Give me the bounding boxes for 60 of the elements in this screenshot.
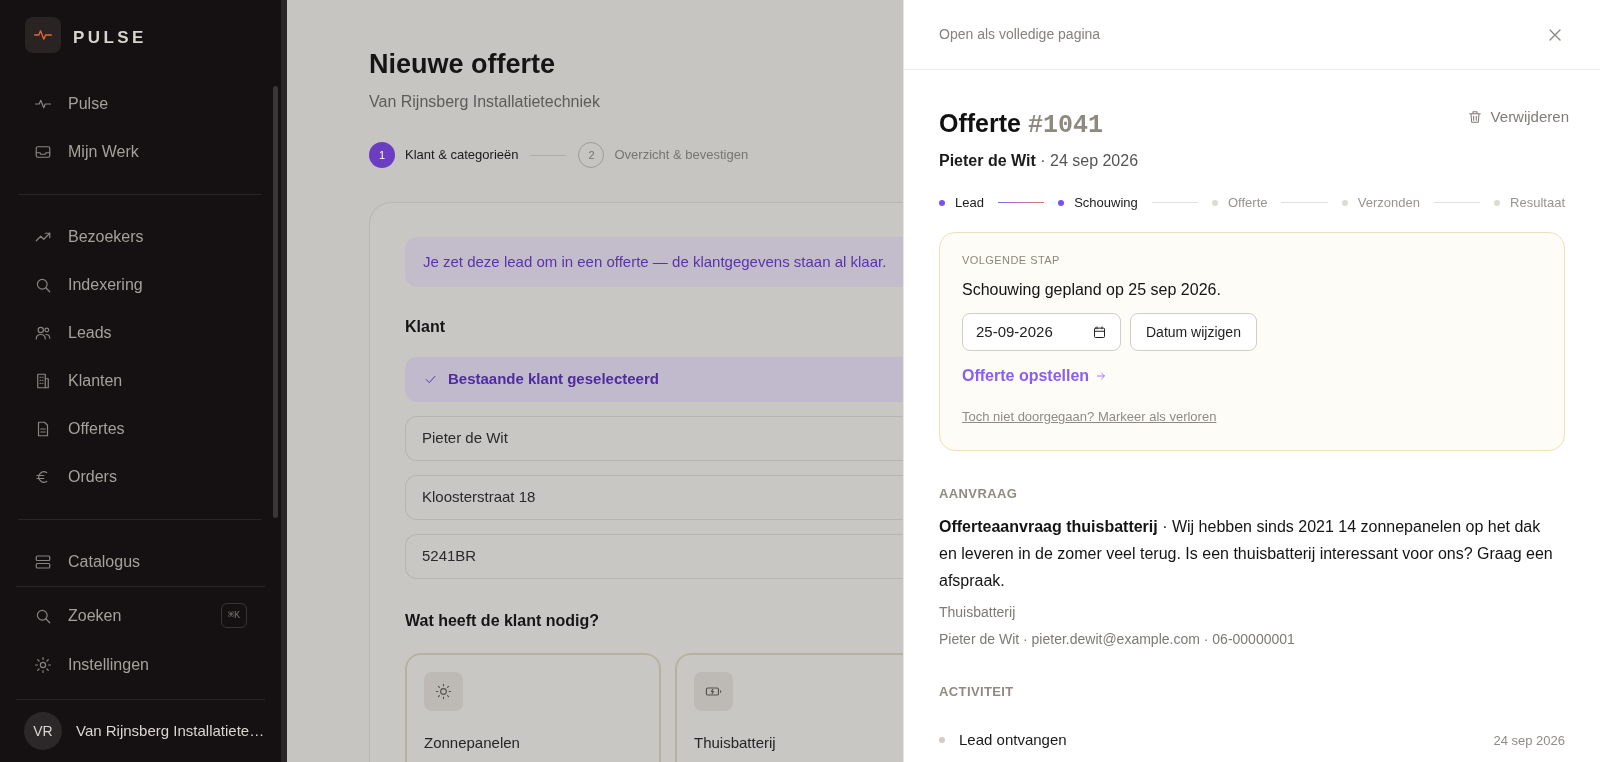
trash-icon bbox=[1466, 109, 1483, 126]
section-heading: AANVRAAG bbox=[939, 485, 1019, 503]
date-field[interactable]: 25-09-2026 bbox=[962, 313, 1121, 351]
create-quote-link[interactable]: Offerte opstellen bbox=[962, 364, 1108, 388]
step-label: Overzicht & bevestigen bbox=[614, 146, 749, 165]
arrow-icon bbox=[1095, 370, 1108, 382]
page-title: Nieuwe offerte bbox=[369, 48, 557, 81]
info-banner: Je zet deze lead om in een offerte — de klantgegevens staan al klaar. bbox=[405, 237, 903, 287]
banner-text: Bestaande klant geselecteerd bbox=[448, 369, 659, 390]
text-field[interactable]: Kloosterstraat 18 bbox=[405, 475, 903, 520]
section-heading: ACTIVITEIT bbox=[939, 682, 1015, 701]
sidebar-item[interactable]: Bezoekers bbox=[18, 213, 261, 261]
page-subtitle: Van Rijnsberg Installatietechniek bbox=[369, 92, 601, 112]
sidebar-item[interactable]: Orders bbox=[18, 453, 261, 501]
category-card[interactable]: Zonnepanelen bbox=[405, 653, 661, 762]
user-name: Van Rijnsberg Installatiete… bbox=[76, 720, 265, 741]
calendar-icon bbox=[1092, 324, 1107, 340]
text-field[interactable]: Pieter de Wit bbox=[405, 416, 903, 461]
stage-label: Lead bbox=[955, 194, 984, 212]
building-icon bbox=[34, 372, 52, 390]
sidebar-item[interactable]: Instellingen bbox=[16, 640, 265, 689]
stage-label: Resultaat bbox=[1510, 194, 1565, 212]
sidebar-item[interactable]: Mijn Werk bbox=[18, 128, 261, 176]
sidebar-item[interactable]: Klanten bbox=[18, 357, 261, 405]
settings-icon bbox=[34, 655, 52, 674]
stage-label: Verzonden bbox=[1357, 194, 1420, 212]
stage-label: Offerte bbox=[1227, 194, 1268, 212]
user-avatar: VR bbox=[24, 712, 62, 750]
step-number: 1 bbox=[369, 142, 395, 168]
delete-button[interactable]: Verwijderen bbox=[1466, 106, 1569, 129]
inbox-icon bbox=[34, 143, 52, 161]
sidebar-item[interactable]: Zoeken ⌘K bbox=[16, 591, 265, 640]
drawer-subtitle: Pieter de Wit · 24 sep 2026 bbox=[939, 151, 1140, 171]
shortcut-hint: ⌘K bbox=[220, 603, 247, 628]
stage-label: Schouwing bbox=[1074, 194, 1138, 212]
sidebar-item[interactable]: Indexering bbox=[18, 261, 261, 309]
card-label: VOLGENDE STAP bbox=[962, 252, 1061, 268]
open-full-page-link[interactable]: Open als volledige pagina bbox=[939, 24, 1101, 45]
users-icon bbox=[34, 324, 52, 342]
sun-icon bbox=[435, 683, 452, 700]
scrollbar[interactable] bbox=[273, 86, 278, 518]
sidebar-item[interactable]: Pulse bbox=[18, 80, 261, 128]
activity-date: 24 sep 2026 bbox=[1493, 731, 1565, 750]
request-text: Offerteaanvraag thuisbatterij · Wij hebben sinds 2021 14 zonnepanelen op het dak en leveren in de zomer veel terug. Is een thuisbatterij interessant voor ons? Graag een afspraak. bbox=[939, 516, 1554, 591]
activity-text: Lead ontvangen bbox=[959, 730, 1067, 750]
contact-details: Pieter de Wit · pieter.dewit@example.com · 06-00000001 bbox=[939, 629, 1296, 649]
sidebar-item[interactable]: Offertes bbox=[18, 405, 261, 453]
text-field[interactable]: 5241BR bbox=[405, 534, 903, 579]
section-heading: Wat heeft de klant nodig? bbox=[405, 611, 601, 631]
change-date-button[interactable]: Datum wijzigen bbox=[1130, 313, 1257, 351]
brand-name: PULSE bbox=[73, 27, 147, 49]
next-step-text: Schouwing gepland op 25 sep 2026. bbox=[962, 280, 1222, 300]
drawer-title: Offerte #1041 bbox=[939, 108, 1103, 142]
section-heading: Klant bbox=[405, 317, 446, 337]
sidebar-item[interactable]: Catalogus bbox=[18, 538, 261, 586]
stack-icon bbox=[34, 553, 52, 571]
search-icon bbox=[34, 276, 52, 294]
request-category: Thuisbatterij bbox=[939, 602, 1017, 622]
sidebar-item[interactable]: Leads bbox=[18, 309, 261, 357]
step-label: Klant & categorieën bbox=[405, 146, 519, 165]
